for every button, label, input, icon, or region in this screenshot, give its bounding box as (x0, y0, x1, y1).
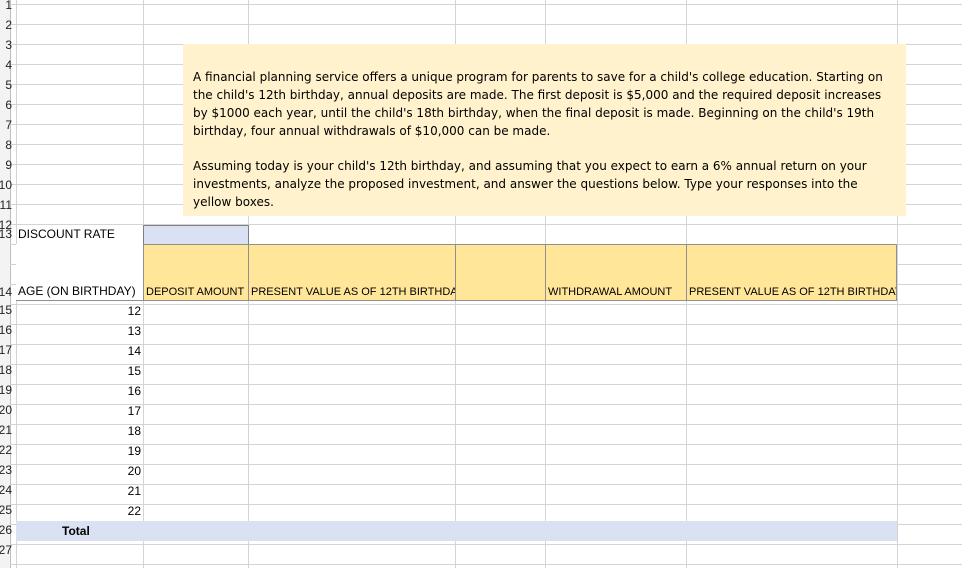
age-cell[interactable]: 17 (16, 402, 143, 421)
row-number[interactable]: 18 (0, 361, 12, 380)
row-gridline (10, 364, 962, 365)
row-number[interactable]: 13 (0, 225, 12, 244)
problem-paragraph-1: A financial planning service offers a un… (193, 70, 883, 138)
total-label: Total (62, 524, 90, 538)
header-withdrawal-present-value: PRESENT VALUE AS OF 12TH BIRTHDAY (686, 244, 897, 301)
row-gridline (10, 504, 962, 505)
age-cell[interactable]: 19 (16, 442, 143, 461)
row-gridline (10, 304, 962, 305)
row-number[interactable]: 23 (0, 461, 12, 480)
row-number[interactable]: 6 (0, 96, 12, 115)
row-number[interactable]: 2 (0, 16, 12, 35)
discount-rate-input[interactable] (143, 225, 249, 245)
row-gridline (10, 544, 962, 545)
age-cell[interactable]: 12 (16, 302, 143, 321)
problem-description-box: A financial planning service offers a un… (183, 44, 906, 216)
age-cell[interactable]: 18 (16, 422, 143, 441)
row-number[interactable]: 4 (0, 56, 12, 75)
row-number[interactable]: 3 (0, 36, 12, 55)
age-cell[interactable]: 22 (16, 502, 143, 521)
age-cell[interactable]: 20 (16, 462, 143, 481)
row-number[interactable]: 7 (0, 116, 12, 135)
row-number[interactable]: 22 (0, 441, 12, 460)
row-number[interactable]: 16 (0, 321, 12, 340)
problem-paragraph-2: Assuming today is your child's 12th birt… (193, 159, 867, 209)
row-number[interactable]: 15 (0, 301, 12, 320)
row-gridline (10, 384, 962, 385)
row-gridline (10, 404, 962, 405)
total-row (16, 521, 897, 541)
header-deposit-present-value: PRESENT VALUE AS OF 12TH BIRTHDAY (248, 244, 456, 301)
row-number[interactable]: 11 (0, 196, 12, 215)
row-gridline (10, 424, 962, 425)
row-number[interactable]: 17 (0, 341, 12, 360)
row-number[interactable]: 14 (0, 283, 12, 302)
row-number[interactable]: 1 (0, 0, 12, 15)
row-number[interactable]: 19 (0, 381, 12, 400)
row-gridline (10, 464, 962, 465)
row-number[interactable]: 21 (0, 421, 12, 440)
row-gridline (10, 444, 962, 445)
header-blank (455, 244, 546, 301)
row-number[interactable]: 8 (0, 136, 12, 155)
age-cell[interactable]: 15 (16, 362, 143, 381)
age-cell[interactable]: 21 (16, 482, 143, 501)
row-gridline (10, 324, 962, 325)
row-gridline (10, 24, 962, 25)
row-number[interactable]: 27 (0, 541, 12, 560)
row-number[interactable]: 25 (0, 501, 12, 520)
header-deposit-amount: DEPOSIT AMOUNT (143, 244, 249, 301)
age-cell[interactable]: 13 (16, 322, 143, 341)
age-cell[interactable]: 14 (16, 342, 143, 361)
row-gridline (10, 564, 962, 565)
row-gridline (10, 484, 962, 485)
row-number[interactable]: 9 (0, 156, 12, 175)
header-withdrawal-amount: WITHDRAWAL AMOUNT (545, 244, 687, 301)
row-number[interactable]: 10 (0, 176, 12, 195)
discount-rate-label: DISCOUNT RATE (18, 227, 115, 241)
row-number[interactable]: 20 (0, 401, 12, 420)
row-number[interactable]: 26 (0, 521, 12, 540)
row-number[interactable]: 5 (0, 76, 12, 95)
row-number[interactable]: 24 (0, 481, 12, 500)
row-gridline (10, 4, 962, 5)
spreadsheet-grid[interactable]: 1 2 3 4 5 6 7 8 9 10 11 12 13 14 15 16 17 18 19 20 21 22 23 24 2… (0, 0, 962, 568)
header-age: AGE (ON BIRTHDAY) (16, 244, 144, 301)
row-gridline (10, 344, 962, 345)
age-cell[interactable]: 16 (16, 382, 143, 401)
